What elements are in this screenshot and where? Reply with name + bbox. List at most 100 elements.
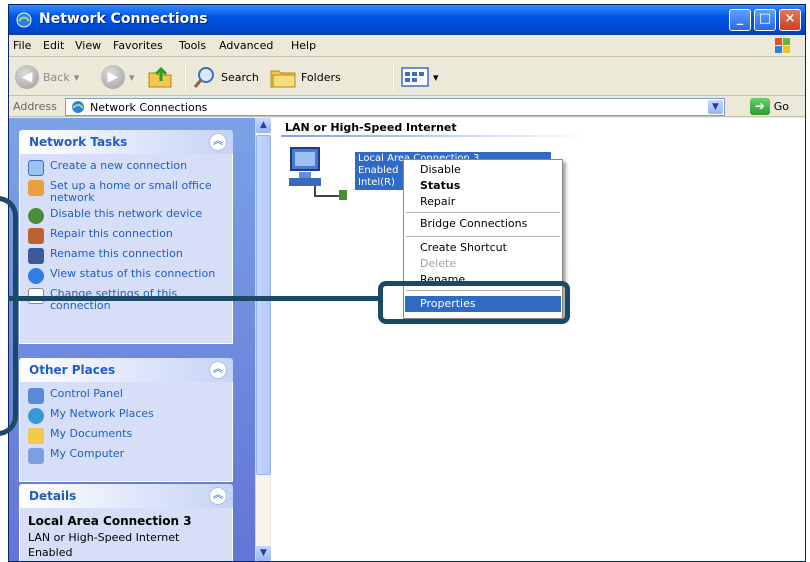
address-dropdown-icon[interactable]: ▼	[708, 100, 723, 114]
control-panel-icon	[28, 388, 44, 404]
collapse-icon[interactable]: ︽	[209, 487, 227, 505]
folders-button[interactable]: Folders	[269, 64, 341, 90]
details-panel: Details ︽ Local Area Connection 3 LAN or…	[19, 484, 233, 561]
forward-arrow-icon: ▶	[101, 65, 125, 89]
menu-item-status[interactable]: Status	[405, 178, 561, 194]
task-label: Rename this connection	[50, 247, 183, 260]
new-connection-icon	[28, 160, 44, 176]
place-label: My Documents	[50, 427, 133, 440]
go-arrow-icon: ➔	[749, 98, 770, 115]
properties-callout-box	[378, 281, 570, 324]
menu-item-disable[interactable]: Disable	[405, 162, 561, 178]
disable-device-icon	[28, 208, 44, 224]
scroll-down-icon[interactable]: ▼	[256, 546, 271, 561]
place-my-documents[interactable]: My Documents	[28, 428, 224, 444]
address-bar: Address Network Connections ▼ ➔ Go	[9, 97, 805, 117]
up-folder-button[interactable]	[147, 64, 173, 90]
place-label: Control Panel	[50, 387, 123, 400]
task-label: Disable this network device	[50, 207, 203, 220]
collapse-icon[interactable]: ︽	[209, 133, 227, 151]
task-label: Create a new connection	[50, 159, 188, 172]
up-folder-icon	[148, 66, 172, 88]
forward-button[interactable]: ▶ ▾	[101, 64, 135, 90]
repair-icon	[28, 228, 44, 244]
place-label: My Network Places	[50, 407, 154, 420]
views-icon	[401, 67, 429, 87]
group-header: LAN or High-Speed Internet	[285, 121, 457, 134]
search-button[interactable]: Search	[193, 64, 259, 90]
back-dropdown-icon: ▾	[73, 70, 80, 84]
folders-label: Folders	[301, 70, 341, 84]
other-places-title: Other Places	[29, 363, 116, 377]
home-network-icon	[28, 180, 44, 196]
toolbar: ◀ Back ▾ ▶ ▾ Search Folders ▾	[9, 58, 805, 96]
folders-icon	[270, 70, 296, 88]
search-label: Search	[221, 70, 259, 84]
views-dropdown-icon: ▾	[433, 70, 439, 84]
go-button[interactable]: ➔ Go	[749, 98, 789, 115]
place-my-computer[interactable]: My Computer	[28, 448, 224, 464]
details-type: LAN or High-Speed Internet	[28, 531, 180, 544]
menu-tools[interactable]: Tools	[179, 39, 206, 52]
menu-item-repair[interactable]: Repair	[405, 194, 561, 210]
place-label: My Computer	[50, 447, 125, 460]
task-pane: Network Tasks ︽ Create a new connection …	[9, 118, 255, 561]
task-label: Set up a home or small office network	[50, 179, 212, 204]
place-control-panel[interactable]: Control Panel	[28, 388, 224, 404]
rename-icon	[28, 248, 44, 264]
address-field[interactable]: Network Connections ▼	[65, 98, 725, 116]
menu-advanced[interactable]: Advanced	[219, 39, 273, 52]
callout-line	[8, 296, 378, 301]
close-button[interactable]: ×	[779, 9, 801, 31]
title-bar[interactable]: Network Connections _ □ ×	[9, 5, 805, 35]
menu-edit[interactable]: Edit	[43, 39, 64, 52]
task-rename[interactable]: Rename this connection	[28, 248, 224, 264]
search-icon	[193, 67, 214, 88]
menu-item-delete[interactable]: Delete	[405, 256, 561, 272]
network-connection-icon	[289, 147, 347, 200]
menu-item-create-shortcut[interactable]: Create Shortcut	[405, 240, 561, 256]
local-area-connection-item[interactable]	[285, 142, 351, 205]
place-network-places[interactable]: My Network Places	[28, 408, 224, 424]
windows-logo-icon	[775, 38, 790, 53]
scroll-thumb[interactable]	[256, 135, 271, 475]
menu-favorites[interactable]: Favorites	[113, 39, 163, 52]
network-connections-icon	[72, 101, 84, 113]
network-tasks-header[interactable]: Network Tasks ︽	[19, 130, 233, 154]
network-connections-icon	[16, 12, 32, 28]
scroll-up-icon[interactable]: ▲	[256, 118, 271, 133]
address-value: Network Connections	[90, 100, 208, 114]
other-places-panel: Other Places ︽ Control Panel My Network …	[19, 358, 233, 482]
computer-icon	[28, 448, 44, 464]
network-tasks-panel: Network Tasks ︽ Create a new connection …	[19, 130, 233, 344]
back-label: Back	[43, 70, 70, 84]
other-places-header[interactable]: Other Places ︽	[19, 358, 233, 382]
task-repair[interactable]: Repair this connection	[28, 228, 224, 244]
address-label: Address	[13, 100, 57, 113]
network-places-icon	[28, 408, 44, 424]
menu-help[interactable]: Help	[291, 39, 316, 52]
collapse-icon[interactable]: ︽	[209, 361, 227, 379]
task-disable-device[interactable]: Disable this network device	[28, 208, 224, 224]
task-label: Repair this connection	[50, 227, 173, 240]
back-arrow-icon: ◀	[15, 65, 39, 89]
status-icon	[28, 268, 44, 284]
details-title: Details	[29, 489, 77, 503]
views-button[interactable]: ▾	[401, 64, 439, 90]
task-view-status[interactable]: View status of this connection	[28, 268, 224, 284]
forward-dropdown-icon: ▾	[129, 70, 135, 84]
task-pane-scrollbar[interactable]: ▲ ▼	[255, 118, 271, 561]
details-header[interactable]: Details ︽	[19, 484, 233, 508]
menu-view[interactable]: View	[75, 39, 101, 52]
back-button[interactable]: ◀ Back ▾	[15, 64, 79, 90]
task-home-network[interactable]: Set up a home or small office network	[28, 180, 224, 204]
maximize-button[interactable]: □	[754, 9, 776, 31]
network-tasks-title: Network Tasks	[29, 135, 128, 149]
task-create-connection[interactable]: Create a new connection	[28, 160, 224, 176]
details-status: Enabled	[28, 546, 73, 559]
callout-bracket	[0, 196, 18, 436]
menu-file[interactable]: File	[13, 39, 31, 52]
details-connection-name: Local Area Connection 3	[28, 514, 192, 528]
minimize-button[interactable]: _	[729, 9, 751, 31]
menu-item-bridge[interactable]: Bridge Connections	[405, 216, 561, 232]
